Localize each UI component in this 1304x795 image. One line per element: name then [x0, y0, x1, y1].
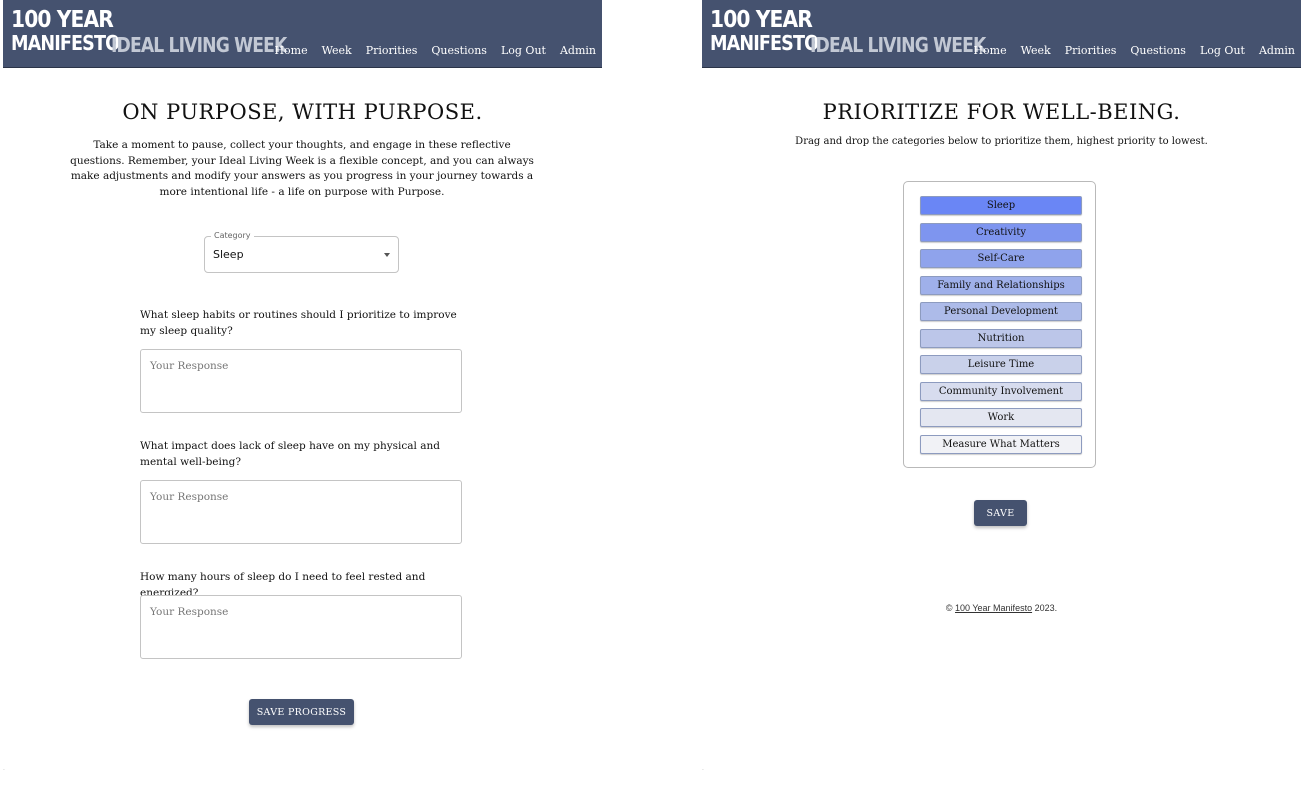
response-field-3[interactable]: [140, 595, 462, 659]
priority-list-container: Sleep Creativity Self-Care Family and Relat…: [903, 181, 1096, 468]
brand-line-2: MANIFESTO: [11, 31, 120, 55]
nav-menu: Home Week Priorities Questions Log Out A…: [959, 44, 1295, 57]
edge-mark: .: [3, 765, 5, 772]
nav-home[interactable]: Home: [274, 44, 307, 57]
question-1: What sleep habits or routines should I p…: [140, 309, 457, 337]
priority-item[interactable]: Leisure Time: [920, 355, 1082, 374]
priority-item[interactable]: Creativity: [920, 222, 1082, 242]
priorities-page: 100 YEAR MANIFESTO IDEAL LIVING WEEK Hom…: [702, 0, 1301, 795]
priority-item[interactable]: Nutrition: [920, 328, 1082, 348]
caret-down-icon: [384, 253, 390, 257]
nav-log-out[interactable]: Log Out: [1200, 44, 1245, 57]
edge-mark: .: [702, 765, 704, 772]
questions-page: 100 YEAR MANIFESTO IDEAL LIVING WEEK Hom…: [3, 0, 602, 795]
nav-priorities[interactable]: Priorities: [1065, 44, 1117, 57]
category-label: Category: [211, 231, 254, 240]
priority-item[interactable]: Work: [920, 408, 1082, 427]
page-title: PRIORITIZE FOR WELL-BEING.: [822, 100, 1181, 124]
save-progress-button[interactable]: SAVE PROGRESS: [249, 699, 354, 725]
response-field-2[interactable]: [140, 480, 462, 544]
footer-year: 2023.: [1034, 603, 1058, 613]
copyright-symbol: ©: [945, 603, 953, 613]
brand-line-1: 100 YEAR: [11, 7, 114, 33]
category-value: Sleep: [213, 248, 244, 261]
nav-admin[interactable]: Admin: [560, 44, 596, 57]
nav-priorities[interactable]: Priorities: [366, 44, 418, 57]
nav-week[interactable]: Week: [1021, 44, 1051, 57]
priority-item[interactable]: Community Involvement: [920, 381, 1082, 401]
priority-item[interactable]: Sleep: [920, 196, 1082, 215]
footer: © 100 Year Manifesto 2023.: [702, 603, 1301, 613]
priority-item[interactable]: Personal Development: [920, 302, 1082, 321]
nav-menu: Home Week Priorities Questions Log Out A…: [260, 44, 596, 57]
priority-item[interactable]: Measure What Matters: [920, 434, 1082, 454]
navbar: 100 YEAR MANIFESTO IDEAL LIVING WEEK Hom…: [3, 0, 602, 68]
instructions-text: Drag and drop the categories below to pr…: [795, 136, 1208, 147]
brand-line-1: 100 YEAR: [710, 7, 813, 33]
priority-item[interactable]: Self-Care: [920, 249, 1082, 268]
navbar: 100 YEAR MANIFESTO IDEAL LIVING WEEK Hom…: [702, 0, 1301, 68]
nav-questions[interactable]: Questions: [431, 44, 487, 57]
brand-line-2: MANIFESTO: [710, 31, 819, 55]
nav-week[interactable]: Week: [322, 44, 352, 57]
question-2: What impact does lack of sleep have on m…: [140, 440, 440, 468]
nav-log-out[interactable]: Log Out: [501, 44, 546, 57]
footer-link[interactable]: 100 Year Manifesto: [955, 603, 1032, 613]
save-button[interactable]: SAVE: [974, 500, 1027, 526]
priority-item[interactable]: Family and Relationships: [920, 275, 1082, 295]
category-select[interactable]: Category Sleep: [204, 231, 399, 273]
priority-list: Sleep Creativity Self-Care Family and Relat…: [920, 196, 1082, 461]
nav-questions[interactable]: Questions: [1130, 44, 1186, 57]
page-title: ON PURPOSE, WITH PURPOSE.: [122, 100, 483, 124]
response-field-1[interactable]: [140, 349, 462, 413]
nav-home[interactable]: Home: [973, 44, 1006, 57]
nav-admin[interactable]: Admin: [1259, 44, 1295, 57]
intro-text: Take a moment to pause, collect your tho…: [70, 139, 534, 198]
